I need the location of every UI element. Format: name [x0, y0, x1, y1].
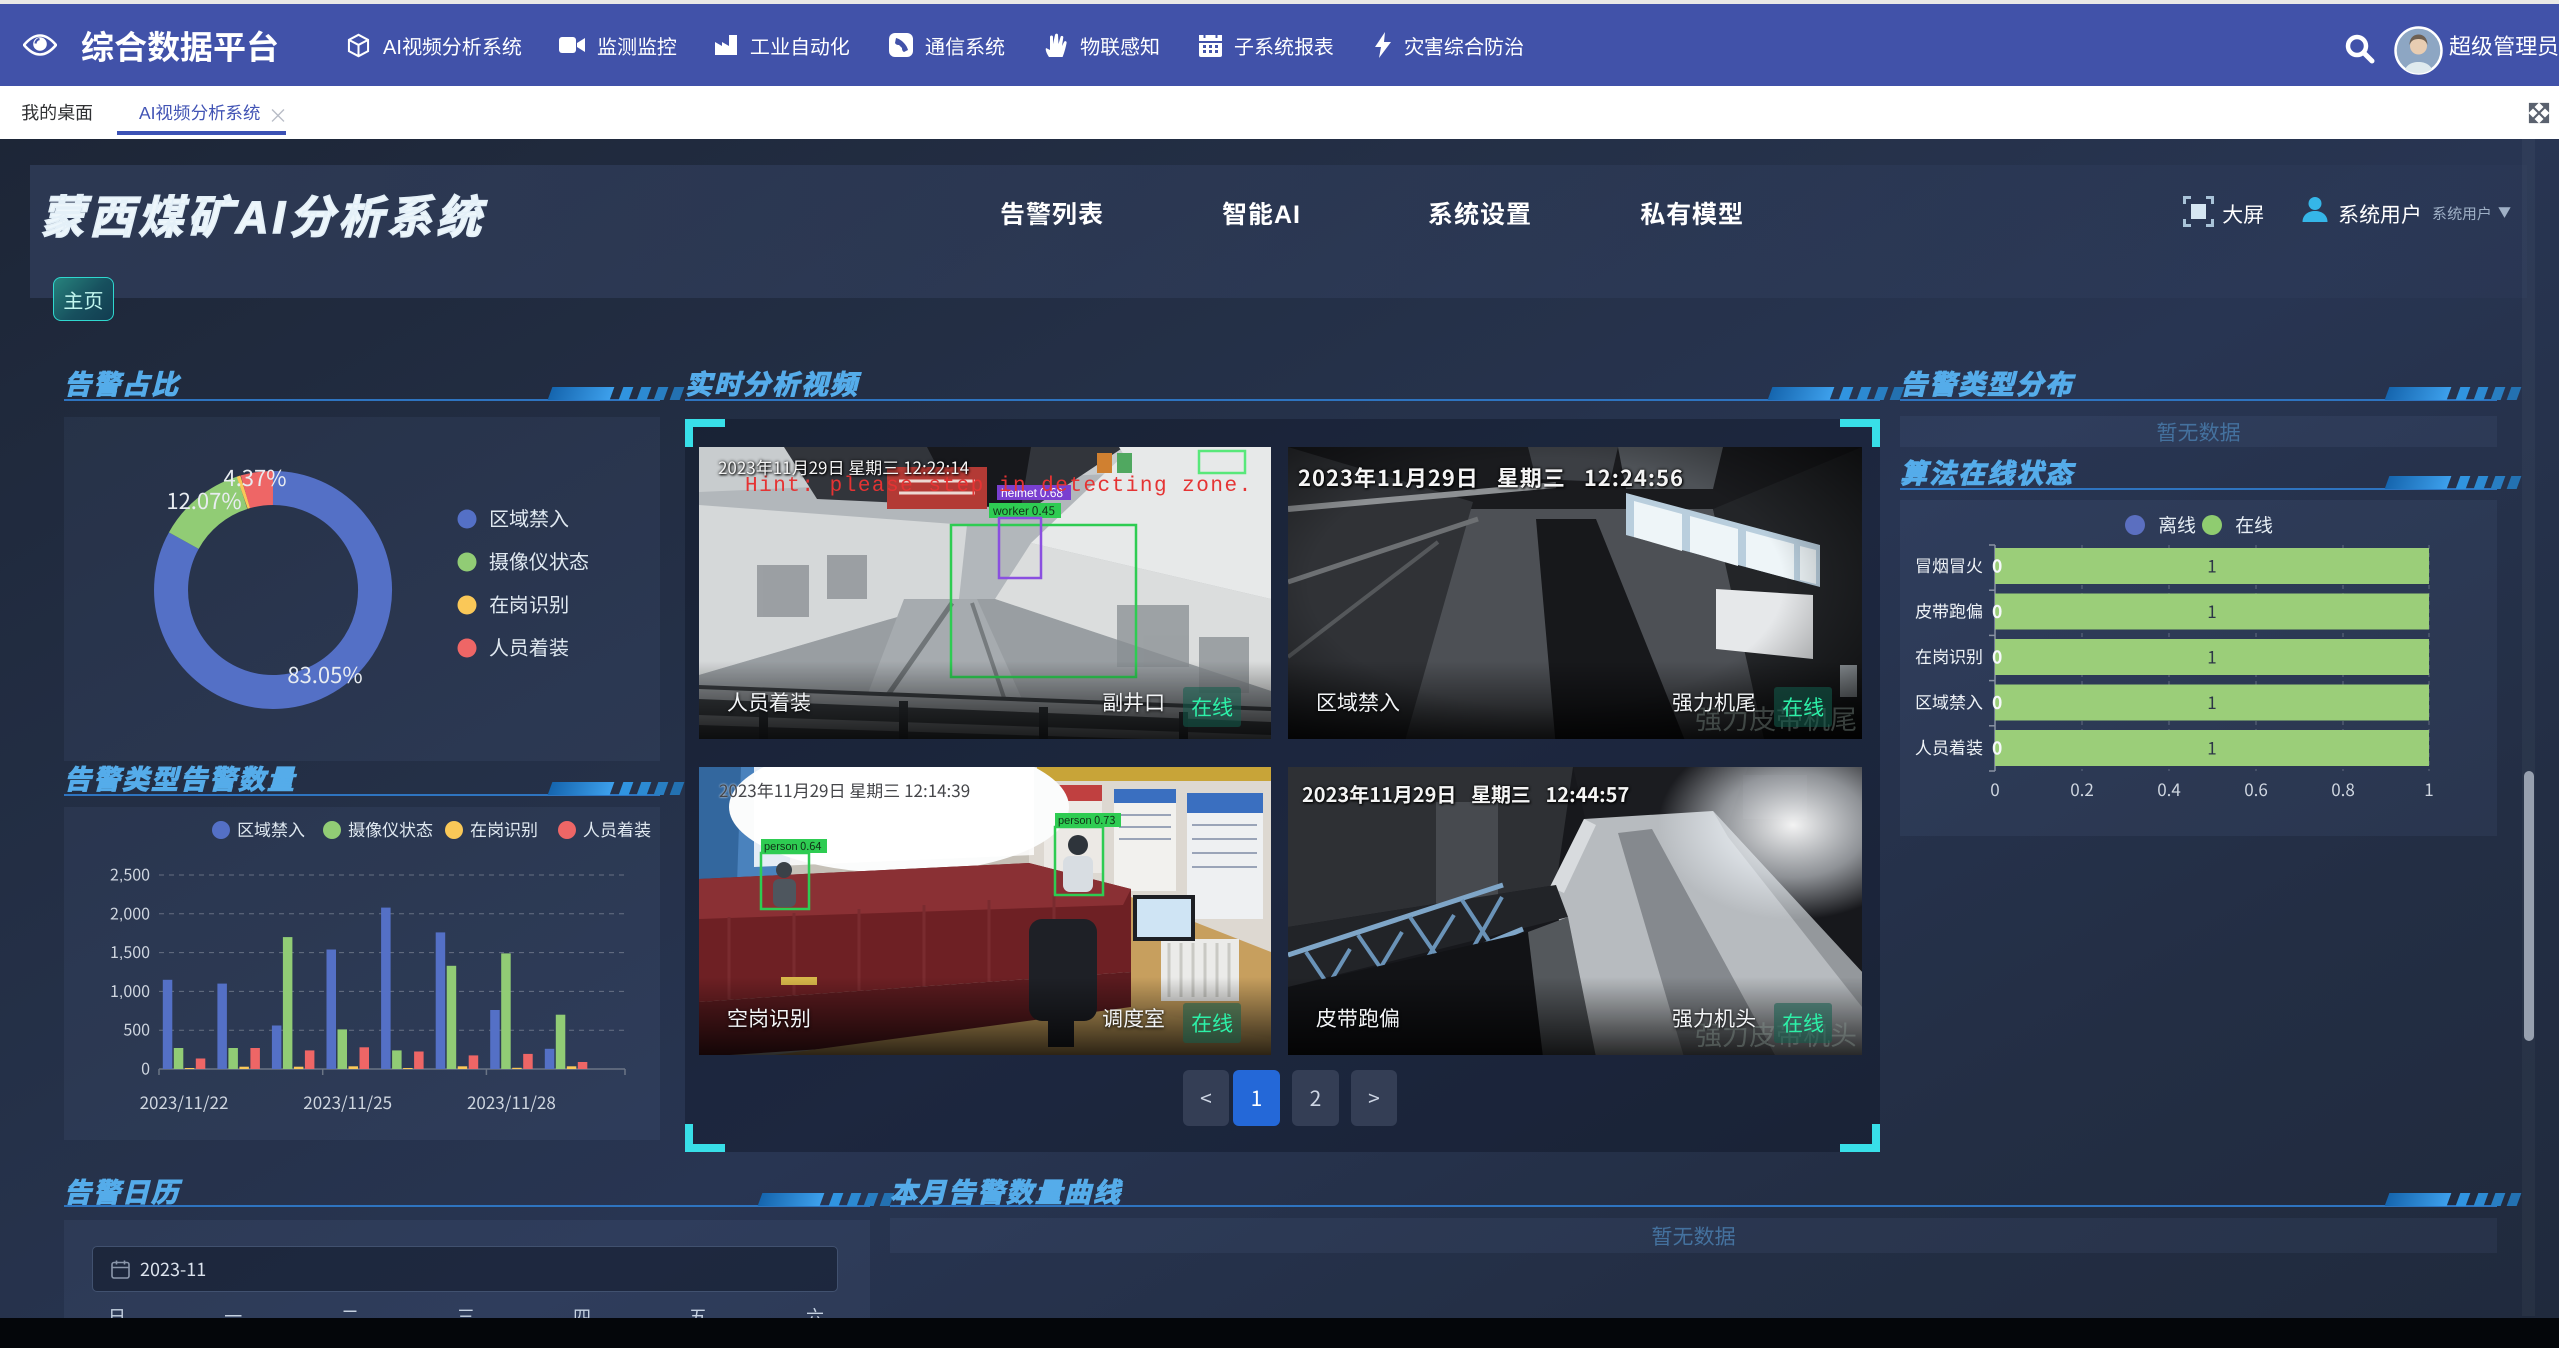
svg-text:person 0.73: person 0.73: [1058, 812, 1115, 828]
svg-text:500: 500: [123, 1017, 150, 1041]
svg-text:0.8: 0.8: [2331, 776, 2355, 801]
svg-text:区域禁入: 区域禁入: [1915, 689, 1983, 714]
svg-text:1: 1: [2207, 735, 2216, 760]
svg-text:1: 1: [2207, 644, 2216, 669]
svg-text:1: 1: [2424, 776, 2433, 801]
svg-text:0.6: 0.6: [2244, 776, 2268, 801]
svg-text:83.05%: 83.05%: [287, 658, 362, 690]
svg-text:在线: 在线: [2235, 511, 2273, 538]
svg-text:1,500: 1,500: [110, 939, 150, 963]
svg-text:1,000: 1,000: [110, 978, 150, 1002]
svg-text:0: 0: [1992, 690, 2002, 715]
svg-text:人员着装: 人员着装: [1915, 734, 1983, 759]
svg-text:person 0.64: person 0.64: [764, 838, 821, 854]
svg-text:0: 0: [141, 1056, 150, 1080]
svg-text:在岗识别: 在岗识别: [489, 589, 569, 618]
svg-text:区域禁入: 区域禁入: [237, 816, 305, 841]
svg-text:在岗识别: 在岗识别: [1915, 643, 1983, 668]
svg-text:人员着装: 人员着装: [583, 816, 651, 841]
svg-text:2,500: 2,500: [110, 862, 150, 886]
svg-text:0.4: 0.4: [2157, 776, 2181, 801]
svg-text:2,000: 2,000: [110, 900, 150, 924]
svg-text:0: 0: [1992, 554, 2002, 579]
svg-text:2023/11/22: 2023/11/22: [140, 1089, 229, 1114]
svg-text:1: 1: [2207, 689, 2216, 714]
svg-text:0: 0: [1992, 645, 2002, 670]
svg-text:摄像仪状态: 摄像仪状态: [348, 816, 433, 841]
svg-text:皮带跑偏: 皮带跑偏: [1915, 598, 1983, 623]
svg-text:0: 0: [1990, 776, 1999, 801]
svg-text:人员着装: 人员着装: [489, 632, 569, 661]
svg-text:2023/11/28: 2023/11/28: [467, 1089, 556, 1114]
svg-text:12.07%: 12.07%: [166, 484, 241, 516]
svg-text:0.2: 0.2: [2070, 776, 2094, 801]
svg-text:2023/11/25: 2023/11/25: [303, 1089, 392, 1114]
svg-text:0: 0: [1992, 599, 2002, 624]
svg-text:1: 1: [2207, 598, 2216, 623]
svg-text:1: 1: [2207, 553, 2216, 578]
svg-text:摄像仪状态: 摄像仪状态: [489, 546, 589, 575]
svg-text:冒烟冒火: 冒烟冒火: [1915, 552, 1983, 577]
svg-text:离线: 离线: [2158, 511, 2196, 538]
svg-text:worker 0.45: worker 0.45: [992, 502, 1055, 519]
svg-text:区域禁入: 区域禁入: [489, 503, 569, 532]
svg-text:在岗识别: 在岗识别: [470, 816, 538, 841]
svg-text:0: 0: [1992, 736, 2002, 761]
